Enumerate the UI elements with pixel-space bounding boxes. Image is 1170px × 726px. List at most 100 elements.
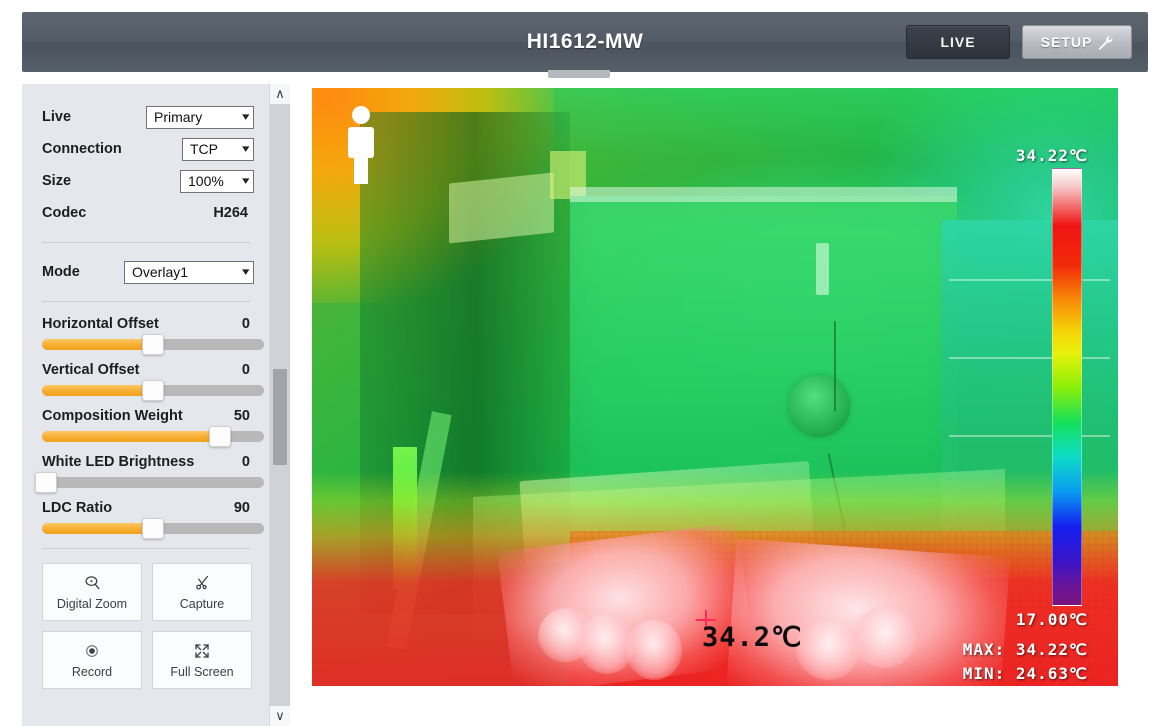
slider-composition-weight-value: 50 (233, 408, 250, 424)
row-size-label: Size (42, 173, 72, 189)
section-divider-1 (42, 242, 250, 243)
slider-horizontal-offset-knob[interactable] (142, 334, 164, 355)
digital-zoom-label: Digital Zoom (56, 596, 128, 611)
person-detection-icon (348, 106, 374, 184)
person-head (352, 106, 370, 124)
slider-ldc-ratio-value: 90 (233, 500, 250, 516)
slider-white-led-brightness: White LED Brightness 0 (35, 454, 264, 493)
mode-value: Overlay1 (132, 264, 189, 280)
slider-vertical-offset-knob[interactable] (142, 380, 164, 401)
row-connection-label: Connection (42, 141, 122, 157)
scroll-up-icon[interactable]: ∧ (270, 84, 290, 104)
slider-ldc-ratio-track[interactable] (42, 518, 264, 539)
setup-button-label: SETUP (1040, 34, 1093, 50)
slider-horizontal-offset-value: 0 (241, 316, 250, 332)
row-live: Live Primary ▾ (42, 102, 254, 132)
record-button[interactable]: Record (42, 631, 142, 689)
size-value: 100% (188, 173, 224, 189)
capture-button[interactable]: Capture (152, 563, 252, 621)
spot-temperature-value: 34.2℃ (702, 622, 803, 653)
person-body (348, 127, 374, 158)
thermal-image (312, 88, 1118, 686)
slider-composition-weight-track[interactable] (42, 426, 264, 447)
live-button[interactable]: LIVE (906, 25, 1010, 59)
connection-value: TCP (190, 141, 218, 157)
person-legs (354, 156, 368, 184)
slider-vertical-offset-label: Vertical Offset (42, 362, 140, 378)
slider-white-led-brightness-knob[interactable] (35, 472, 58, 493)
record-label: Record (71, 664, 113, 679)
action-button-grid: Digital Zoom Capture Record Full Screen (42, 563, 272, 689)
slider-vertical-offset: Vertical Offset 0 (42, 362, 264, 401)
scene-box-edge (948, 357, 1110, 360)
app-header: HI1612-MW LIVE SETUP (22, 12, 1148, 72)
spot-temperature-overlay: 34.2℃ (690, 610, 830, 660)
sidebar-scrollbar[interactable]: ∧ ∨ (269, 84, 290, 726)
slider-fill (42, 339, 153, 350)
row-connection: Connection TCP ▾ (42, 134, 254, 164)
scene-paper-label (449, 172, 554, 243)
chevron-down-icon: ▾ (242, 174, 250, 187)
colorbar-max-label: 34.22℃ (1015, 146, 1088, 165)
slider-composition-weight: Composition Weight 50 (42, 408, 264, 447)
row-size: Size 100% ▾ (42, 166, 254, 196)
row-mode-label: Mode (42, 264, 80, 280)
slider-horizontal-offset-label: Horizontal Offset (42, 316, 159, 332)
row-live-label: Live (42, 109, 72, 125)
connection-select[interactable]: TCP ▾ (182, 137, 254, 161)
section-divider-3 (42, 548, 250, 549)
mode-select[interactable]: Overlay1 ▾ (124, 260, 254, 284)
expand-arrows-icon (194, 642, 210, 660)
slider-horizontal-offset: Horizontal Offset 0 (42, 316, 264, 355)
slider-composition-weight-knob[interactable] (208, 426, 231, 447)
full-screen-button[interactable]: Full Screen (152, 631, 252, 689)
control-sidebar: Live Primary ▾ Connection TCP ▾ Size 100… (22, 84, 290, 726)
slider-white-led-brightness-value: 0 (241, 454, 250, 470)
scene-wall-clock (787, 375, 850, 438)
row-codec: Codec H264 (42, 198, 254, 228)
wrench-icon (1099, 36, 1113, 50)
slider-ldc-ratio: LDC Ratio 90 (42, 500, 264, 539)
scene-cord (834, 321, 837, 412)
app-root: HI1612-MW LIVE SETUP Live Primary ▾ Conn… (0, 0, 1170, 726)
setup-button[interactable]: SETUP (1022, 25, 1132, 59)
slider-horizontal-offset-track[interactable] (42, 334, 264, 355)
header-button-group: LIVE SETUP (906, 25, 1132, 59)
slider-white-led-brightness-label: White LED Brightness (42, 454, 195, 470)
slider-fill (42, 431, 220, 442)
row-mode: Mode Overlay1 ▾ (42, 257, 254, 287)
codec-value: H264 (213, 205, 248, 221)
chevron-down-icon: ▾ (242, 265, 250, 278)
live-stream-value: Primary (154, 109, 203, 125)
size-select[interactable]: 100% ▾ (180, 169, 254, 193)
slider-fill (42, 523, 153, 534)
live-stream-select[interactable]: Primary ▾ (146, 105, 254, 129)
control-panel: Live Primary ▾ Connection TCP ▾ Size 100… (22, 84, 270, 726)
temperature-readouts: MAX: 34.22℃ MIN: 24.63℃ (963, 638, 1088, 686)
slider-ldc-ratio-label: LDC Ratio (42, 500, 113, 516)
chevron-down-icon: ▾ (242, 110, 250, 123)
min-temp-readout: MIN: 24.63℃ (962, 664, 1088, 683)
row-codec-label: Codec (42, 205, 87, 221)
temperature-colorbar (1052, 168, 1082, 606)
record-dot-icon (84, 642, 100, 660)
scene-box-edge (948, 434, 1110, 437)
max-temp-readout: MAX: 34.22℃ (962, 640, 1088, 659)
section-divider-2 (42, 301, 250, 302)
digital-zoom-button[interactable]: Digital Zoom (42, 563, 142, 621)
slider-ldc-ratio-knob[interactable] (142, 518, 164, 539)
colorbar-min-label: 17.00℃ (1015, 610, 1088, 629)
scroll-down-icon[interactable]: ∨ (270, 706, 290, 726)
live-video-view[interactable]: 34.22℃ 17.00℃ MAX: 34.22℃ MIN: 24.63℃ 34… (312, 88, 1118, 686)
scene-cubicle-panel-top (569, 186, 957, 203)
slider-vertical-offset-track[interactable] (42, 380, 264, 401)
scissors-icon (194, 574, 211, 592)
capture-label: Capture (179, 596, 225, 611)
slider-white-led-brightness-track[interactable] (35, 472, 264, 493)
scrollbar-thumb[interactable] (273, 369, 287, 465)
full-screen-label: Full Screen (170, 664, 234, 679)
panel-tab-notch[interactable] (548, 70, 610, 78)
slider-fill (42, 385, 153, 396)
slider-composition-weight-label: Composition Weight (42, 408, 183, 424)
chevron-down-icon: ▾ (242, 142, 250, 155)
